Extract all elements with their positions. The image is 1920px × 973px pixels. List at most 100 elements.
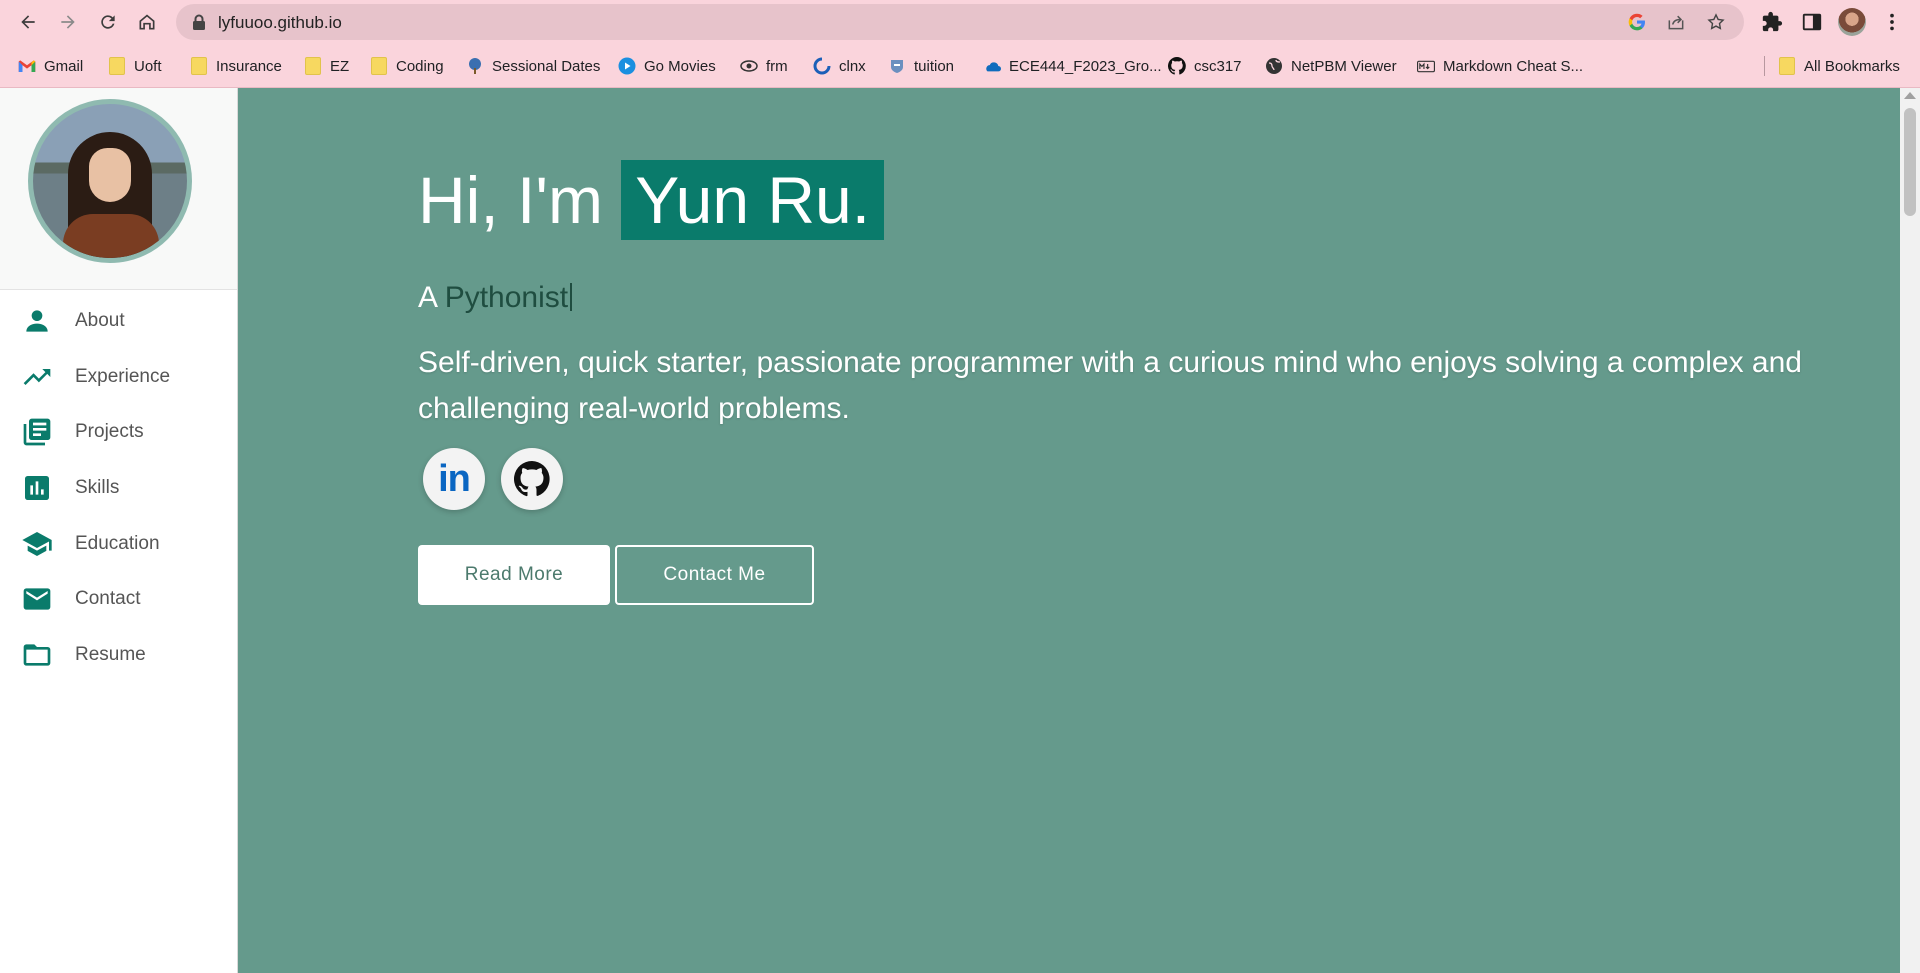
folder-icon (370, 57, 388, 75)
back-button[interactable] (12, 6, 44, 38)
bookmark-clnx[interactable]: clnx (813, 54, 866, 78)
bookmark-label: Gmail (44, 57, 84, 75)
github-icon (514, 461, 550, 497)
sidebar-item-label: Skills (75, 477, 120, 498)
bookmark-frm[interactable]: frm (740, 54, 788, 78)
sidebar-item-label: Contact (75, 588, 141, 609)
hero-greeting: Hi, I'm (418, 163, 622, 237)
sidebar-item-projects[interactable]: Projects (0, 408, 237, 456)
bookmark-netpbm-viewer[interactable]: NetPBM Viewer (1265, 54, 1397, 78)
folder-open-icon (20, 638, 54, 672)
sidebar-item-resume[interactable]: Resume (0, 631, 237, 679)
bookmark-label: All Bookmarks (1804, 57, 1900, 75)
linkedin-icon: in (438, 457, 471, 500)
profile-header (0, 88, 237, 290)
sidebar-item-contact[interactable]: Contact (0, 575, 237, 623)
folder-icon (1778, 57, 1796, 75)
bookmark-label: NetPBM Viewer (1291, 57, 1397, 75)
share-button[interactable] (1665, 11, 1687, 33)
linkedin-button[interactable]: in (423, 448, 485, 510)
scroll-up-arrow-icon[interactable] (1904, 92, 1916, 99)
google-lens-button[interactable] (1626, 11, 1648, 33)
bookmark-label: tuition (914, 57, 955, 75)
page-title: Hi, I'm Yun Ru. (418, 160, 885, 240)
graduation-cap-icon (20, 527, 54, 561)
bookmark-uoft[interactable]: Uoft (108, 54, 162, 78)
sidebar: About Experience Projects Skills Educati… (0, 88, 238, 973)
sidebar-item-skills[interactable]: Skills (0, 464, 237, 512)
bookmark-label: EZ (330, 57, 350, 75)
bookmarks-divider (1764, 56, 1765, 76)
scrollbar[interactable] (1900, 88, 1920, 973)
lock-icon (193, 14, 205, 30)
typing-cursor (570, 283, 573, 311)
github-button[interactable] (501, 448, 563, 510)
library-books-icon (20, 415, 54, 449)
gmail-icon (18, 57, 36, 75)
github-icon (1168, 57, 1186, 75)
hero-description: Self-driven, quick starter, passionate p… (418, 346, 1802, 425)
bookmark-label: Uoft (134, 57, 162, 75)
onedrive-icon (983, 57, 1001, 75)
all-bookmarks-button[interactable]: All Bookmarks (1778, 54, 1900, 78)
bookmark-tuition[interactable]: tuition (888, 54, 954, 78)
side-panel-button[interactable] (1798, 8, 1826, 36)
home-icon (139, 14, 155, 30)
google-icon (1628, 13, 1645, 31)
bookmark-star-button[interactable] (1705, 11, 1727, 33)
bar-chart-icon (20, 471, 54, 505)
browser-toolbar: lyfuuoo.github.io (0, 0, 1920, 44)
subtitle-role: Pythonist (444, 281, 569, 314)
bookmark-go-movies[interactable]: Go Movies (618, 54, 716, 78)
hero-name: Yun Ru. (621, 160, 885, 240)
puzzle-icon (1762, 11, 1783, 32)
contact-me-button[interactable]: Contact Me (615, 545, 814, 605)
bookmarks-bar: Gmail Uoft Insurance EZ Coding Sessional… (0, 44, 1920, 88)
mail-icon (20, 582, 54, 616)
bookmark-sessional-dates[interactable]: Sessional Dates (466, 54, 600, 78)
profile-photo (28, 99, 192, 263)
crest-icon (888, 57, 906, 75)
bookmark-label: Go Movies (644, 57, 716, 75)
bookmark-gmail[interactable]: Gmail (18, 54, 83, 78)
sidebar-item-label: Education (75, 533, 160, 554)
sidebar-item-education[interactable]: Education (0, 520, 237, 568)
sidebar-item-about[interactable]: About (0, 297, 237, 345)
reload-icon (101, 15, 115, 29)
arrow-left-icon (21, 15, 35, 29)
read-more-button[interactable]: Read More (418, 545, 610, 605)
subtitle-prefix: A (418, 281, 445, 314)
trending-up-icon (20, 360, 54, 394)
bookmark-markdown-cheat-sheet[interactable]: Markdown Cheat S... (1417, 54, 1583, 78)
bookmark-label: Sessional Dates (492, 57, 601, 75)
star-icon (1707, 13, 1725, 30)
bookmark-csc317[interactable]: csc317 (1168, 54, 1242, 78)
bookmark-label: Markdown Cheat S... (1443, 57, 1584, 75)
browser-menu-button[interactable] (1878, 8, 1906, 36)
scrollbar-thumb[interactable] (1904, 108, 1916, 216)
folder-icon (190, 57, 208, 75)
address-bar[interactable]: lyfuuoo.github.io (176, 4, 1744, 40)
sidebar-item-experience[interactable]: Experience (0, 353, 237, 401)
hero-section: Hi, I'm Yun Ru. A Pythonist Self-driven,… (238, 88, 1900, 973)
bookmark-ece444[interactable]: ECE444_F2023_Gro... (983, 54, 1162, 78)
bookmark-label: Insurance (216, 57, 282, 75)
profile-avatar[interactable] (1838, 8, 1866, 36)
folder-icon (108, 57, 126, 75)
bookmark-ez[interactable]: EZ (304, 54, 349, 78)
url-text: lyfuuoo.github.io (218, 13, 342, 32)
eye-icon (740, 57, 758, 75)
forward-button[interactable] (52, 6, 84, 38)
sidebar-item-label: Experience (75, 366, 171, 387)
sidebar-item-label: Resume (75, 644, 146, 665)
bookmark-insurance[interactable]: Insurance (190, 54, 282, 78)
home-button[interactable] (131, 6, 163, 38)
tree-icon (466, 57, 484, 75)
sidebar-item-label: About (75, 310, 125, 331)
share-icon (1668, 15, 1684, 30)
reload-button[interactable] (92, 6, 124, 38)
person-icon (20, 304, 54, 338)
bookmark-coding[interactable]: Coding (370, 54, 444, 78)
globe-icon (1265, 57, 1283, 75)
extensions-button[interactable] (1758, 8, 1786, 36)
